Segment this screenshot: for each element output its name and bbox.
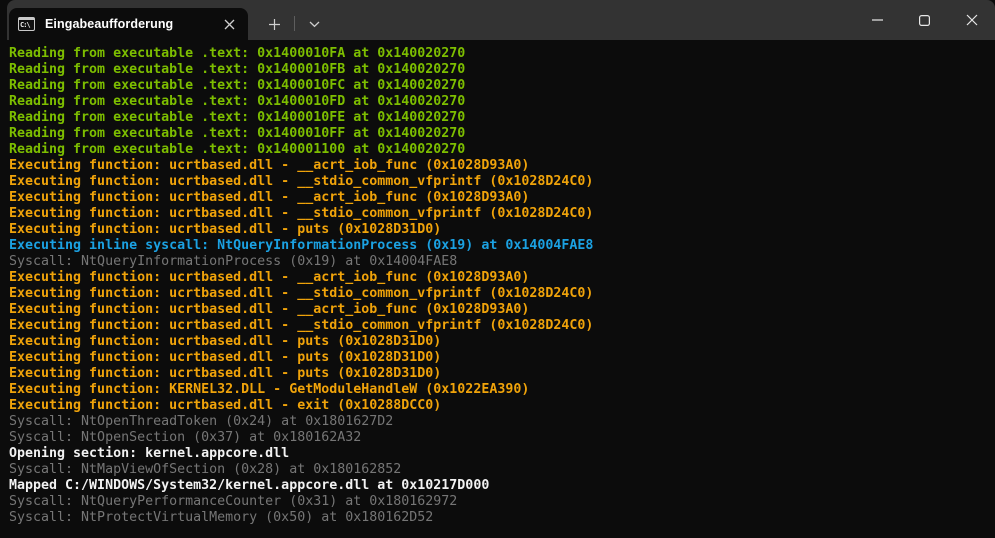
tab-bar-separator xyxy=(294,16,295,31)
terminal-line: Mapped C:/WINDOWS/System32/kernel.appcor… xyxy=(9,478,995,494)
terminal-line: Reading from executable .text: 0x1400010… xyxy=(9,78,995,94)
terminal-line: Syscall: NtProtectVirtualMemory (0x50) a… xyxy=(9,510,995,526)
terminal-line: Reading from executable .text: 0x1400010… xyxy=(9,62,995,78)
terminal-output: Reading from executable .text: 0x1400010… xyxy=(9,46,995,526)
minimize-icon xyxy=(872,19,883,21)
terminal-line: Executing function: ucrtbased.dll - __ac… xyxy=(9,302,995,318)
terminal-line: Reading from executable .text: 0x1400010… xyxy=(9,94,995,110)
terminal-line: Syscall: NtOpenThreadToken (0x24) at 0x1… xyxy=(9,414,995,430)
terminal-line: Executing function: ucrtbased.dll - __ac… xyxy=(9,190,995,206)
tab-close-button[interactable] xyxy=(218,13,240,35)
close-icon xyxy=(966,14,978,26)
window-controls xyxy=(854,0,995,40)
tab-title: Eingabeaufforderung xyxy=(45,17,218,31)
close-icon xyxy=(224,19,235,30)
terminal-line: Reading from executable .text: 0x1400010… xyxy=(9,126,995,142)
terminal-line: Executing function: KERNEL32.DLL - GetMo… xyxy=(9,382,995,398)
terminal-line: Reading from executable .text: 0x1400010… xyxy=(9,46,995,62)
terminal-line: Executing function: ucrtbased.dll - __st… xyxy=(9,206,995,222)
terminal-window: C:\ Eingabeaufforderung xyxy=(0,0,995,538)
maximize-button[interactable] xyxy=(901,0,948,40)
terminal-line: Syscall: NtQueryInformationProcess (0x19… xyxy=(9,254,995,270)
terminal-line: Executing function: ucrtbased.dll - __st… xyxy=(9,174,995,190)
close-button[interactable] xyxy=(948,0,995,40)
new-tab-button[interactable] xyxy=(257,8,291,40)
terminal-line: Executing function: ucrtbased.dll - __ac… xyxy=(9,270,995,286)
cmd-icon-text: C:\ xyxy=(19,20,34,30)
tab-eingabeaufforderung[interactable]: C:\ Eingabeaufforderung xyxy=(9,8,248,40)
terminal-line: Executing function: ucrtbased.dll - exit… xyxy=(9,398,995,414)
terminal-line: Syscall: NtOpenSection (0x37) at 0x18016… xyxy=(9,430,995,446)
terminal-line: Executing function: ucrtbased.dll - puts… xyxy=(9,350,995,366)
terminal-line: Executing function: ucrtbased.dll - puts… xyxy=(9,222,995,238)
terminal-line: Reading from executable .text: 0x1400011… xyxy=(9,142,995,158)
tab-bar: C:\ Eingabeaufforderung xyxy=(7,0,995,40)
chevron-down-icon xyxy=(309,21,320,28)
terminal-line: Syscall: NtMapViewOfSection (0x28) at 0x… xyxy=(9,462,995,478)
terminal-line: Syscall: NtQueryPerformanceCounter (0x31… xyxy=(9,494,995,510)
minimize-button[interactable] xyxy=(854,0,901,40)
cmd-prompt-icon: C:\ xyxy=(18,17,35,31)
terminal-line: Executing inline syscall: NtQueryInforma… xyxy=(9,238,995,254)
maximize-icon xyxy=(919,15,930,26)
terminal-line: Executing function: ucrtbased.dll - __st… xyxy=(9,318,995,334)
terminal-line: Executing function: ucrtbased.dll - __st… xyxy=(9,286,995,302)
terminal-line: Executing function: ucrtbased.dll - puts… xyxy=(9,334,995,350)
terminal-line: Executing function: ucrtbased.dll - __ac… xyxy=(9,158,995,174)
terminal-line: Executing function: ucrtbased.dll - puts… xyxy=(9,366,995,382)
plus-icon xyxy=(268,18,281,31)
terminal-screen[interactable]: Reading from executable .text: 0x1400010… xyxy=(0,40,995,538)
terminal-line: Opening section: kernel.appcore.dll xyxy=(9,446,995,462)
terminal-line: Reading from executable .text: 0x1400010… xyxy=(9,110,995,126)
tab-dropdown-button[interactable] xyxy=(298,8,330,40)
